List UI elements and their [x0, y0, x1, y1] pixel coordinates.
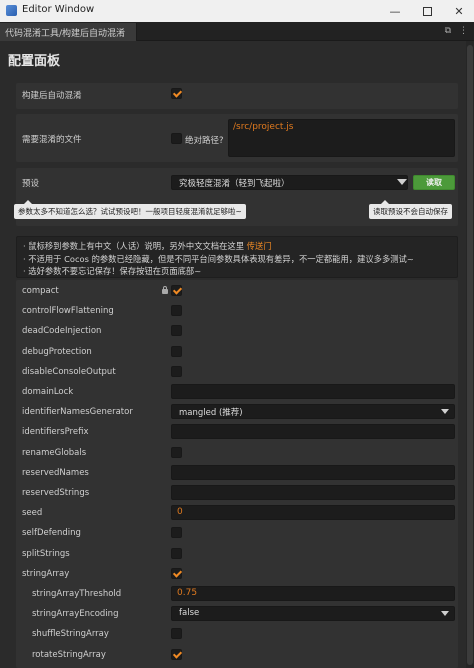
info-line-3: · 选好参数不要忘记保存！保存按钮在页面底部~ [23, 266, 202, 276]
info-box: · 鼠标移到参数上有中文（人话）说明，另外中文文档在这里 传送门 · 不适用于 … [16, 236, 458, 278]
files-label: 需要混淆的文件 [22, 135, 82, 145]
lock-icon [162, 286, 168, 294]
option-checkbox-controlFlowFlattening[interactable] [171, 305, 182, 316]
app-icon [6, 5, 17, 16]
minimize-button[interactable]: — [380, 0, 410, 22]
option-select-value: mangled (推荐) [179, 408, 243, 418]
option-input-reservedStrings[interactable] [171, 485, 455, 500]
read-preset-tooltip: 读取预设不会自动保存 [369, 200, 452, 219]
preset-label: 预设 [22, 179, 40, 189]
option-input-reservedNames[interactable] [171, 465, 455, 480]
option-select-value: false [179, 608, 200, 618]
option-label-stringArrayThreshold: stringArrayThreshold [32, 589, 122, 599]
option-checkbox-stringArray[interactable] [171, 568, 182, 579]
read-preset-button[interactable]: 读取 [413, 175, 455, 190]
option-label-reservedNames: reservedNames [22, 468, 89, 478]
option-label-domainLock: domainLock [22, 387, 74, 397]
preset-select-value: 究极轻度混淆（轻到飞起啦） [179, 179, 290, 189]
option-checkbox-debugProtection[interactable] [171, 346, 182, 357]
option-select-stringArrayEncoding[interactable]: false [171, 606, 455, 621]
popout-icon[interactable]: ⧉ [445, 26, 451, 36]
option-input-identifiersPrefix[interactable] [171, 424, 455, 439]
close-button[interactable]: ✕ [444, 0, 474, 22]
option-checkbox-splitStrings[interactable] [171, 548, 182, 559]
files-textarea[interactable]: /src/project.js [228, 119, 455, 157]
info-line-2: · 不适用于 Cocos 的参数已经隐藏，但是不同平台间参数具体表现有差异，不一… [23, 253, 414, 264]
option-checkbox-deadCodeInjection[interactable] [171, 325, 182, 336]
option-label-reservedStrings: reservedStrings [22, 488, 90, 498]
chevron-down-icon [441, 611, 449, 616]
option-select-identifierNamesGenerator[interactable]: mangled (推荐) [171, 404, 455, 419]
option-label-shuffleStringArray: shuffleStringArray [32, 629, 109, 639]
tab-obfuscation-tool[interactable]: 代码混淆工具/构建后自动混淆 [0, 23, 137, 41]
preset-select[interactable]: 究极轻度混淆（轻到飞起啦） [171, 175, 408, 190]
option-label-identifierNamesGenerator: identifierNamesGenerator [22, 407, 133, 417]
build-label: 构建后自动混淆 [22, 91, 82, 101]
tab-strip: 代码混淆工具/构建后自动混淆 ⧉ ⋮ [0, 22, 474, 41]
option-input-stringArrayThreshold[interactable]: 0.75 [171, 586, 455, 601]
maximize-button[interactable] [412, 0, 442, 22]
window-titlebar: Editor Window — ✕ [0, 0, 474, 22]
build-section [16, 83, 458, 109]
option-checkbox-disableConsoleOutput[interactable] [171, 366, 182, 377]
panel-title: 配置面板 [8, 54, 61, 69]
option-label-controlFlowFlattening: controlFlowFlattening [22, 306, 114, 316]
option-label-compact: compact [22, 286, 59, 296]
menu-icon[interactable]: ⋮ [459, 26, 468, 36]
preset-tooltip: 参数太多不知道怎么选？试试预设吧！一般项目轻度混淆就足够啦~ [14, 200, 246, 219]
option-label-deadCodeInjection: deadCodeInjection [22, 326, 102, 336]
option-checkbox-renameGlobals[interactable] [171, 447, 182, 458]
window-title: Editor Window [22, 4, 95, 15]
option-label-splitStrings: splitStrings [22, 549, 70, 559]
tab-strip-icons: ⧉ ⋮ [437, 26, 468, 36]
option-label-stringArrayEncoding: stringArrayEncoding [32, 609, 119, 619]
option-label-identifiersPrefix: identifiersPrefix [22, 427, 89, 437]
absolute-path-label: 绝对路径? [185, 136, 224, 146]
docs-link[interactable]: 传送门 [247, 241, 272, 251]
option-label-stringArray: stringArray [22, 569, 70, 579]
chevron-down-icon [441, 409, 449, 414]
option-input-domainLock[interactable] [171, 384, 455, 399]
option-label-seed: seed [22, 508, 43, 518]
option-input-seed[interactable]: 0 [171, 505, 455, 520]
option-label-debugProtection: debugProtection [22, 347, 92, 357]
info-line-1-text: · 鼠标移到参数上有中文（人话）说明，另外中文文档在这里 [23, 241, 244, 251]
option-checkbox-compact[interactable] [171, 285, 182, 296]
option-label-rotateStringArray: rotateStringArray [32, 650, 106, 660]
maximize-icon [422, 6, 432, 16]
option-checkbox-selfDefending[interactable] [171, 527, 182, 538]
scrollbar[interactable] [466, 41, 474, 668]
option-checkbox-shuffleStringArray[interactable] [171, 628, 182, 639]
option-label-disableConsoleOutput: disableConsoleOutput [22, 367, 116, 377]
option-label-selfDefending: selfDefending [22, 528, 81, 538]
option-checkbox-rotateStringArray[interactable] [171, 649, 182, 660]
chevron-down-icon[interactable] [397, 179, 407, 185]
option-label-renameGlobals: renameGlobals [22, 448, 87, 458]
scrollbar-thumb[interactable] [467, 45, 473, 665]
info-line-1: · 鼠标移到参数上有中文（人话）说明，另外中文文档在这里 传送门 [23, 240, 451, 253]
absolute-path-checkbox[interactable] [171, 133, 182, 144]
build-checkbox[interactable] [171, 88, 182, 99]
